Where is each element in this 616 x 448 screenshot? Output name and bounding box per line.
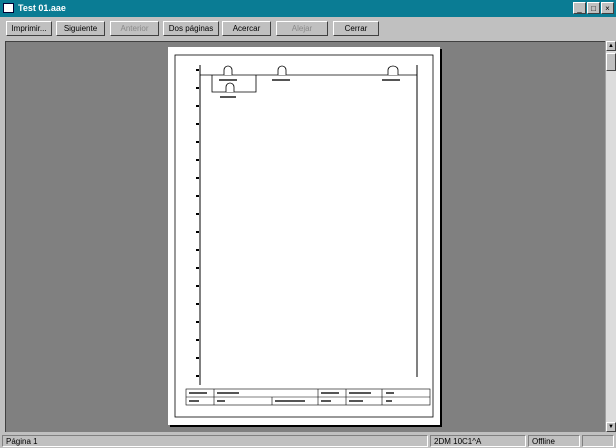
close-icon[interactable]: × bbox=[601, 2, 614, 14]
page-frame bbox=[174, 54, 434, 418]
previous-page-button[interactable]: Anterior bbox=[110, 21, 159, 36]
element-tags bbox=[219, 79, 400, 98]
window-title: Test 01.aae bbox=[18, 3, 66, 13]
zoom-in-button[interactable]: Acercar bbox=[222, 21, 271, 36]
preview-page bbox=[168, 47, 440, 425]
app-icon bbox=[3, 3, 14, 13]
status-page: Página 1 bbox=[2, 435, 428, 447]
title-block bbox=[185, 388, 431, 406]
status-extra bbox=[582, 435, 614, 447]
print-button[interactable]: Imprimir... bbox=[6, 21, 52, 36]
zoom-out-button[interactable]: Alejar bbox=[276, 21, 328, 36]
preview-toolbar: Imprimir... Siguiente Anterior Dos págin… bbox=[0, 18, 616, 39]
vertical-scrollbar[interactable]: ▲ ▼ bbox=[605, 41, 616, 432]
next-page-button[interactable]: Siguiente bbox=[56, 21, 105, 36]
window-controls: _ □ × bbox=[573, 2, 614, 14]
status-cursor: 2DM 10C1^A bbox=[430, 435, 526, 447]
output-coil bbox=[387, 65, 399, 75]
scroll-up-icon[interactable]: ▲ bbox=[606, 41, 616, 51]
rung-markers bbox=[196, 69, 199, 377]
two-pages-button[interactable]: Dos páginas bbox=[163, 21, 219, 36]
status-mode: Offline bbox=[528, 435, 580, 447]
scroll-thumb[interactable] bbox=[606, 53, 616, 71]
ladder-diagram bbox=[174, 54, 434, 418]
close-preview-button[interactable]: Cerrar bbox=[333, 21, 379, 36]
scroll-down-icon[interactable]: ▼ bbox=[606, 422, 616, 432]
status-bar: Página 1 2DM 10C1^A Offline bbox=[0, 434, 616, 448]
minimize-icon[interactable]: _ bbox=[573, 2, 586, 14]
maximize-icon[interactable]: □ bbox=[587, 2, 600, 14]
title-bar: Test 01.aae _ □ × bbox=[0, 0, 616, 17]
